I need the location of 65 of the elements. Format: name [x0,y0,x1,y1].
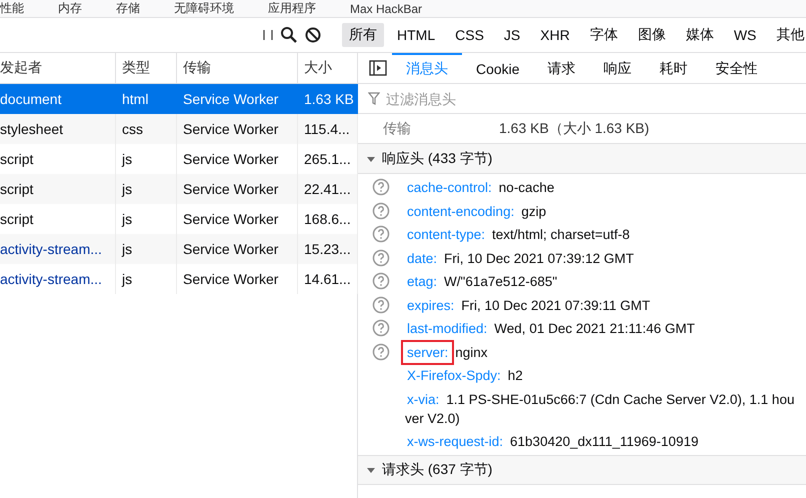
table-cell[interactable]: js [116,174,177,204]
filter-type-button[interactable]: 字体 [582,23,625,47]
header-line: cache-control: no-cache [406,179,554,197]
response-headers-section[interactable]: 响应头 (433 字节) [358,144,806,174]
devtools-tab[interactable]: Max HackBar [350,2,422,16]
table-cell[interactable]: Service Worker [177,234,298,264]
header-line: x-ws-request-id: 61b30420_dx111_11969-10919 [406,432,698,450]
filter-type-button[interactable]: XHR [533,24,577,46]
header-line: last-modified: Wed, 01 Dec 2021 21:11:46 GMT [406,320,695,338]
devtools-tab[interactable]: 存储 [116,0,140,17]
details-tab[interactable]: 响应 [590,53,646,83]
help-icon[interactable] [372,296,390,314]
table-cell[interactable]: 115.4... [298,114,358,144]
devtools-tab[interactable]: 性能 [0,0,24,17]
devtools-tab[interactable]: 无障碍环境 [174,0,234,17]
table-cell[interactable]: stylesheet [0,114,116,144]
table-cell[interactable]: script [0,204,116,234]
table-cell[interactable]: script [0,174,116,204]
filter-type-button[interactable]: CSS [448,24,491,46]
header-line: date: Fri, 10 Dec 2021 07:39:12 GMT [406,250,634,268]
help-icon[interactable] [372,248,390,266]
help-icon[interactable] [372,178,390,196]
devtools-tab[interactable]: 内存 [58,0,82,17]
header-line: X-Firefox-Spdy: h2 [406,367,523,385]
table-cell[interactable]: 22.41... [298,174,358,204]
devtools-tab[interactable]: 应用程序 [268,0,316,17]
details-tab[interactable]: 耗时 [646,53,702,83]
help-icon[interactable] [372,272,390,290]
header-line: content-type: text/html; charset=utf-8 [406,226,630,244]
filter-icon [368,92,380,106]
header-line: etag: W/"61a7e512-685" [406,273,558,291]
table-cell[interactable]: Service Worker [177,84,298,114]
table-cell[interactable]: html [116,84,177,114]
table-cell[interactable]: 1.63 KB [298,84,358,114]
transfer-label: 传输 [382,120,412,138]
help-icon[interactable] [372,342,390,360]
details-tab[interactable]: 安全性 [702,53,772,83]
table-cell[interactable]: Service Worker [177,174,298,204]
table-cell[interactable]: 15.23... [298,234,358,264]
filter-type-button[interactable]: 图像 [630,23,673,47]
help-icon[interactable] [372,319,390,337]
request-headers-section[interactable]: 请求头 (637 字节) [358,455,806,485]
caret-icon [366,465,376,475]
filter-type-button[interactable]: HTML [390,24,442,46]
table-cell[interactable]: css [116,114,177,144]
header-line: expires: Fri, 10 Dec 2021 07:39:11 GMT [406,296,650,314]
table-cell[interactable]: activity-stream... [0,234,116,264]
header-line: content-encoding: gzip [406,202,546,220]
filter-type-button[interactable]: JS [496,24,528,46]
table-cell[interactable]: script [0,144,116,174]
filter-type-button[interactable]: 媒体 [678,23,721,47]
details-tab[interactable]: 请求 [534,53,590,83]
table-cell[interactable]: Service Worker [177,114,298,144]
header-line: x-via: 1.1 PS-SHE-01u5c66:7 (Cdn Cache Server V2.0), 1.1 hou ver V2.0) [405,390,794,428]
filter-type-button[interactable]: WS [726,24,764,46]
filter-type-button[interactable]: 所有 [342,23,384,47]
details-tab[interactable]: Cookie [462,53,534,83]
transfer-value: 1.63 KB（大小 1.63 KB) [499,120,650,138]
details-tab[interactable]: 消息头 [392,53,462,83]
filter-type-button[interactable]: 其他 [769,23,806,47]
help-icon[interactable] [372,225,390,243]
help-icon[interactable] [372,202,390,220]
table-cell[interactable]: js [116,234,177,264]
table-cell[interactable]: document [0,84,116,114]
table-cell[interactable]: activity-stream... [0,264,116,294]
